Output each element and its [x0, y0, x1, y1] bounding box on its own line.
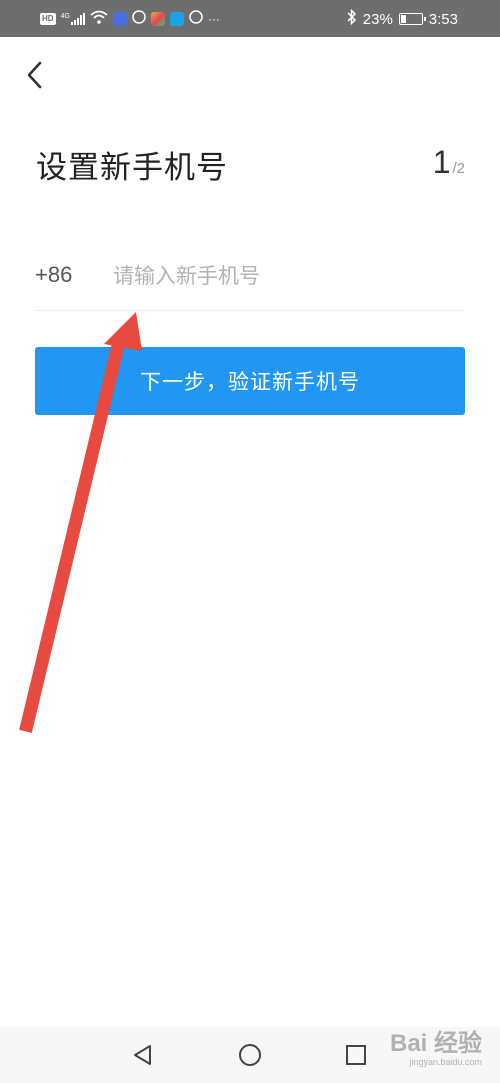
search-app-icon [169, 12, 184, 26]
battery-percent: 23% [362, 10, 393, 28]
phone-number-input[interactable] [113, 256, 453, 296]
puzzle-app-icon [150, 12, 165, 26]
chevron-left-icon [27, 61, 42, 89]
square-recents-icon [346, 1045, 366, 1065]
nav-back-button[interactable] [129, 1041, 157, 1069]
back-button[interactable] [18, 58, 52, 92]
status-bar: HD 4G ··· 23% 3:53 [0, 0, 500, 37]
page-title: 设置新手机号 [36, 150, 228, 186]
hd-badge: HD [40, 13, 56, 25]
wifi-icon [90, 10, 108, 29]
watermark-sub: jingyan.baidu.com [409, 1057, 482, 1067]
nav-recents-button[interactable] [342, 1041, 370, 1069]
browser-app-icon [132, 9, 146, 29]
triangle-back-icon [134, 1045, 151, 1065]
step-indicator: 1 /2 [433, 144, 465, 181]
clock: 3:53 [428, 10, 458, 28]
hand-app-icon [189, 9, 203, 29]
step-total: /2 [452, 160, 465, 177]
phone-input-row: +86 [35, 252, 465, 311]
bluetooth-icon [347, 8, 357, 29]
music-app-icon [112, 12, 127, 26]
watermark-text: Bai 经验 [389, 1030, 482, 1057]
baidu-watermark: Bai 经验 jingyan.baidu.com [390, 1032, 482, 1068]
nav-home-button[interactable] [236, 1041, 264, 1069]
signal-icon: 4G [61, 13, 85, 25]
circle-home-icon [239, 1044, 261, 1066]
more-notifications-icon: ··· [207, 12, 220, 26]
next-verify-button[interactable]: 下一步，验证新手机号 [35, 347, 465, 415]
network-label: 4G [60, 13, 70, 20]
status-right: 23% 3:53 [347, 8, 458, 30]
battery-fill [400, 15, 406, 23]
battery-icon [398, 13, 426, 25]
country-code[interactable]: +86 [35, 262, 72, 288]
step-current: 1 [432, 144, 451, 180]
status-left: HD 4G ··· [40, 9, 220, 29]
